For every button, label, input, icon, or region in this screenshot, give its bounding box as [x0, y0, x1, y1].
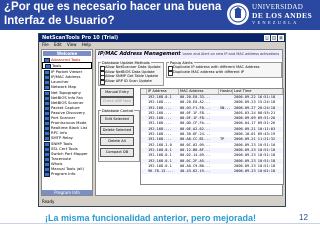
- slide-title: ¿Por que es necesario hacer una buena In…: [4, 1, 222, 27]
- menu-view[interactable]: View: [67, 42, 77, 47]
- db-control-label: Database Control: [101, 109, 135, 113]
- panel-title: IP/MAC Address Management: [98, 51, 181, 57]
- brand-line3: VENEZUELA: [252, 20, 299, 25]
- university-logo: UNIVERSIDAD DE LOS ANDES VENEZUELA: [227, 2, 317, 28]
- delete-all-button[interactable]: Delete All: [100, 137, 134, 146]
- close-button[interactable]: x: [278, 35, 284, 41]
- table-cell: 40-43-62-19...: [180, 169, 211, 174]
- sidebar-item[interactable]: Program Info: [42, 171, 92, 178]
- brand-line1: UNIVERSIDAD: [252, 3, 304, 11]
- menu-file[interactable]: File: [42, 42, 49, 47]
- compact-db-button[interactable]: Compact DB: [100, 148, 134, 157]
- option-checkbox[interactable]: Duplicate MAC address with different IP: [167, 70, 281, 75]
- netscantools-window: NetScanTools Pro 10 (Trial) _ □ x File E…: [38, 33, 286, 207]
- page-number: 12: [299, 213, 308, 222]
- sidebar-list: Advanced Tools Tools IP Packet Viewer IP/MA…: [42, 57, 92, 178]
- sidebar-item[interactable]: Tools: [42, 62, 92, 70]
- menu-edit[interactable]: Edit: [54, 42, 62, 47]
- panel-header: IP/MAC Address Management Learn and Aler…: [96, 50, 282, 65]
- edit-selected-button[interactable]: Edit Selected: [100, 115, 134, 124]
- sidebar-footer[interactable]: Program Info: [42, 190, 92, 195]
- maximize-button[interactable]: □: [271, 35, 277, 41]
- table-row[interactable]: 96.78.13.... 40-43-62-19... 2006-09-23 10:…: [141, 169, 283, 175]
- university-seal-icon: [227, 3, 249, 25]
- db-update-group: Database Update Methods Allow NetScanner…: [98, 61, 164, 86]
- status-bar: Ready: [39, 198, 285, 206]
- table-body: 192.168.0.1 00-20-E0-33... 2006-09-22 16:5…: [141, 95, 283, 175]
- window-title: NetScanTools Pro 10 (Trial): [39, 34, 285, 42]
- popup-alerts-group: Popup Alerts Duplicate IP address with d…: [166, 61, 282, 78]
- menu-help[interactable]: Help: [82, 42, 91, 47]
- column-header[interactable]: Last Time: [233, 89, 283, 94]
- ipmac-panel: IP/MAC Address Management Learn and Aler…: [95, 49, 284, 196]
- manual-entry-button[interactable]: Manual Entry: [100, 88, 134, 97]
- slide-footer-caption: ¡La misma funcionalidad anterior, pero m…: [45, 213, 257, 223]
- db-options: Allow NetScanner Data UpdateAllow NetBIO…: [99, 63, 163, 84]
- brand-line2: DE LOS ANDES: [252, 11, 313, 20]
- table-cell: [219, 169, 233, 174]
- sidebar-header[interactable]: Welcome: [43, 51, 91, 56]
- popup-options: Duplicate IP address with different MAC …: [167, 63, 281, 75]
- menu-bar: File Edit View Help: [39, 42, 285, 48]
- column-header[interactable]: Hostname: [219, 89, 233, 94]
- delete-selected-button[interactable]: Delete Selected: [100, 126, 134, 135]
- table-cell: 2006-09-23 10:01:18: [234, 169, 276, 174]
- ipmac-table: IP AddressMAC AddressHostnameLast Time 1…: [140, 88, 284, 185]
- column-header[interactable]: IP Address: [147, 89, 179, 94]
- window-controls: _ □ x: [264, 35, 284, 41]
- tools-sidebar: Welcome Advanced Tools Tools IP Packet Vie…: [41, 49, 93, 196]
- footer-divider: [0, 223, 320, 224]
- option-checkbox[interactable]: Allow ARP ID Scan Update: [99, 78, 163, 84]
- column-header[interactable]: MAC Address: [179, 89, 219, 94]
- table-cell: 96.78.13....: [148, 169, 174, 174]
- minimize-button[interactable]: _: [264, 35, 270, 41]
- check-arp-button[interactable]: Check ARP Now: [100, 97, 134, 106]
